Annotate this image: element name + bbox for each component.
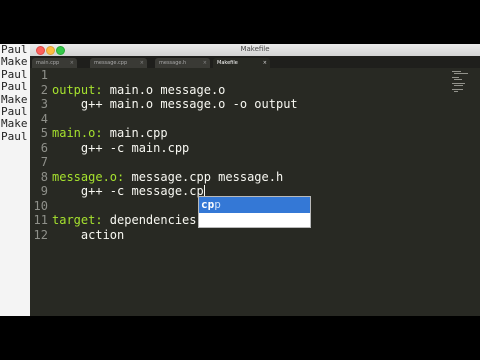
close-tab-icon[interactable]: × xyxy=(203,60,207,66)
window-title: Makefile xyxy=(240,45,270,53)
line-number: 1 xyxy=(40,68,48,82)
line-number: 5 xyxy=(40,126,48,140)
close-tab-icon[interactable]: × xyxy=(263,60,267,66)
tab-bar: main.cpp × message.cpp × message.h × Mak… xyxy=(30,56,480,68)
tab-label: Makefile xyxy=(217,60,238,66)
line-number: 3 xyxy=(40,97,48,111)
make-target: main.o: xyxy=(52,126,103,140)
terminal-line: Paul xyxy=(1,129,28,143)
code-text: action xyxy=(52,227,125,242)
code-line-current[interactable]: g++ -c message.cp xyxy=(52,184,205,199)
minimap[interactable] xyxy=(452,68,470,98)
code-line[interactable]: target: dependencies xyxy=(52,213,197,228)
code-line[interactable]: g++ main.o message.o -o output xyxy=(52,97,298,112)
tab-makefile[interactable]: Makefile × xyxy=(213,58,270,68)
close-tab-icon[interactable]: × xyxy=(70,60,74,66)
title-bar[interactable]: Makefile xyxy=(30,44,480,56)
code-line[interactable]: output: main.o message.o xyxy=(52,83,225,98)
tab-main-cpp[interactable]: main.cpp × xyxy=(32,58,77,68)
line-number: 4 xyxy=(40,111,48,126)
autocomplete-match: cp xyxy=(201,198,215,211)
make-target: message.o: xyxy=(52,169,125,184)
code-line[interactable]: message.o: message.cpp message.h xyxy=(52,170,283,185)
code-text: dependencies xyxy=(102,213,197,227)
autocomplete-popup: cpp xyxy=(198,196,311,228)
line-number: 8 xyxy=(40,169,48,184)
code-text: main.o message.o xyxy=(102,82,226,97)
make-target: target: xyxy=(52,213,103,227)
line-number: 9 xyxy=(40,184,48,198)
terminal-line: Paul xyxy=(1,80,28,94)
terminal-line: Make xyxy=(1,117,28,131)
code-text: main.cpp xyxy=(102,126,168,140)
terminal-line: Make xyxy=(1,55,28,69)
autocomplete-suggestion[interactable]: cpp xyxy=(199,197,310,213)
tab-label: message.h xyxy=(159,60,187,66)
code-text: g++ -c main.cpp xyxy=(52,140,190,155)
terminal-window: Paul Make Paul Paul Make Paul Make Paul xyxy=(0,44,30,316)
code-line[interactable]: g++ -c main.cpp xyxy=(52,141,189,156)
code-text: g++ -c message.cp xyxy=(52,184,204,198)
code-text: message.cpp message.h xyxy=(124,169,284,184)
code-text: g++ main.o message.o -o output xyxy=(52,97,298,111)
code-line[interactable]: action xyxy=(52,228,124,243)
tab-message-h[interactable]: message.h × xyxy=(155,58,210,68)
line-number: 10 xyxy=(33,198,48,213)
line-number: 6 xyxy=(40,140,48,155)
line-number: 7 xyxy=(40,155,48,169)
code-line[interactable]: main.o: main.cpp xyxy=(52,126,168,141)
autocomplete-completion: p xyxy=(214,198,221,211)
make-target: output: xyxy=(52,82,103,97)
line-number: 11 xyxy=(33,213,48,227)
tab-label: main.cpp xyxy=(36,60,60,66)
line-number: 12 xyxy=(33,227,48,242)
editor-window: Makefile main.cpp × message.cpp × messag… xyxy=(30,44,480,316)
tab-message-cpp[interactable]: message.cpp × xyxy=(90,58,147,68)
close-tab-icon[interactable]: × xyxy=(140,60,144,66)
line-number: 2 xyxy=(40,82,48,97)
tab-label: message.cpp xyxy=(94,60,128,66)
